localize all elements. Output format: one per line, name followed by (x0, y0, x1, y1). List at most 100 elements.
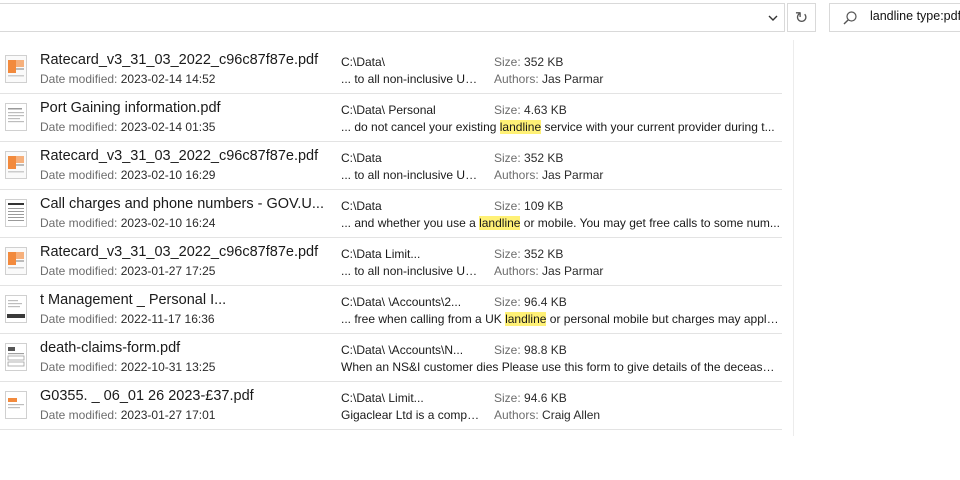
date-modified-label: Date modified: (40, 120, 118, 134)
content-snippet: ... free when calling from a UK landline… (341, 312, 781, 326)
snippet-text-before: ... do not cancel your existing (341, 120, 500, 134)
result-row[interactable]: death-claims-form.pdf Date modified: 2022… (0, 334, 782, 382)
pdf-file-icon (5, 295, 27, 323)
authors-label: Authors: (494, 72, 539, 86)
search-box[interactable]: landline type:pdf (829, 3, 960, 32)
result-row[interactable]: Port Gaining information.pdf Date modifie… (0, 94, 782, 142)
search-results-list: Ratecard_v3_31_03_2022_c96c87f87e.pdf Dat… (0, 46, 782, 430)
date-modified-label: Date modified: (40, 408, 118, 422)
search-icon (843, 11, 857, 25)
result-row[interactable]: t Management _ Personal I... Date modifie… (0, 286, 782, 334)
file-authors: Authors: Jas Parmar (494, 72, 603, 86)
date-modified-value: 2022-11-17 16:36 (120, 312, 215, 326)
file-authors: Authors: Jas Parmar (494, 168, 603, 182)
content-snippet: ... to all non-inclusive UK... (341, 72, 481, 86)
address-bar[interactable] (0, 3, 785, 32)
date-modified-value: 2023-01-27 17:01 (120, 408, 216, 422)
refresh-button[interactable]: ↻ (787, 3, 816, 32)
pdf-file-icon (5, 343, 27, 371)
date-modified: Date modified: 2023-01-27 17:25 (40, 264, 215, 278)
refresh-icon: ↻ (794, 8, 809, 27)
file-authors: Authors: Craig Allen (494, 408, 600, 422)
chevron-down-icon (768, 15, 778, 21)
content-snippet: ... to all non-inclusive UK... (341, 168, 481, 182)
size-label: Size: (494, 343, 521, 357)
date-modified-label: Date modified: (40, 312, 118, 326)
authors-value: Jas Parmar (542, 72, 604, 86)
pane-divider (793, 40, 794, 436)
authors-value: Jas Parmar (542, 168, 604, 182)
snippet-text-before: ... and whether you use a (341, 216, 480, 230)
size-label: Size: (494, 151, 521, 165)
file-size: Size: 352 KB (494, 55, 563, 69)
file-name[interactable]: t Management _ Personal I... (40, 292, 330, 312)
file-name[interactable]: Call charges and phone numbers - GOV.U..… (40, 196, 330, 216)
file-size: Size: 94.6 KB (494, 391, 567, 405)
date-modified-label: Date modified: (40, 360, 118, 374)
result-row[interactable]: G0355. _ 06_01 26 2023-£37.pdf Date modif… (0, 382, 782, 430)
size-label: Size: (494, 199, 521, 213)
date-modified-label: Date modified: (40, 264, 118, 278)
file-name[interactable]: Ratecard_v3_31_03_2022_c96c87f87e.pdf (40, 244, 330, 264)
size-label: Size: (494, 55, 521, 69)
snippet-text-before: ... free when calling from a UK (341, 312, 506, 326)
file-size: Size: 109 KB (494, 199, 563, 213)
size-value: 94.6 KB (524, 391, 567, 405)
search-input[interactable]: landline type:pdf (870, 9, 960, 27)
pdf-file-icon (5, 151, 27, 179)
content-snippet: ... to all non-inclusive UK... (341, 264, 481, 278)
size-value: 96.4 KB (524, 295, 567, 309)
snippet-text-after: service with your current provider durin… (541, 120, 775, 134)
content-snippet: ... and whether you use a landline or mo… (341, 216, 781, 230)
file-size: Size: 352 KB (494, 247, 563, 261)
authors-label: Authors: (494, 408, 539, 422)
result-row[interactable]: Ratecard_v3_31_03_2022_c96c87f87e.pdf Dat… (0, 46, 782, 94)
size-value: 352 KB (524, 151, 564, 165)
content-snippet: ... do not cancel your existing landline… (341, 120, 781, 134)
file-name[interactable]: Ratecard_v3_31_03_2022_c96c87f87e.pdf (40, 52, 330, 72)
date-modified-value: 2023-01-27 17:25 (120, 264, 216, 278)
result-row[interactable]: Call charges and phone numbers - GOV.U..… (0, 190, 782, 238)
date-modified-value: 2023-02-10 16:24 (120, 216, 216, 230)
date-modified-label: Date modified: (40, 72, 118, 86)
file-size: Size: 4.63 KB (494, 103, 567, 117)
authors-value: Jas Parmar (542, 264, 604, 278)
date-modified: Date modified: 2023-02-14 14:52 (40, 72, 215, 86)
snippet-text-before: ... to all non-inclusive UK... (341, 264, 481, 278)
file-name[interactable]: Port Gaining information.pdf (40, 100, 330, 120)
size-label: Size: (494, 391, 521, 405)
file-size: Size: 352 KB (494, 151, 563, 165)
snippet-text-before: When an NS&I customer dies Please use th… (341, 360, 781, 374)
file-path: C:\Data\ (341, 55, 386, 69)
address-history-button[interactable] (762, 6, 784, 30)
size-value: 4.63 KB (524, 103, 567, 117)
date-modified: Date modified: 2022-11-17 16:36 (40, 312, 215, 326)
date-modified-value: 2022-10-31 13:25 (120, 360, 216, 374)
file-path: C:\Data\ Personal (341, 103, 436, 117)
size-value: 109 KB (524, 199, 564, 213)
date-modified: Date modified: 2023-02-14 01:35 (40, 120, 215, 134)
file-name[interactable]: G0355. _ 06_01 26 2023-£37.pdf (40, 388, 330, 408)
content-snippet: Gigaclear Ltd is a compa... (341, 408, 481, 422)
result-row[interactable]: Ratecard_v3_31_03_2022_c96c87f87e.pdf Dat… (0, 142, 782, 190)
date-modified: Date modified: 2023-02-10 16:24 (40, 216, 215, 230)
search-term-highlight: landline (505, 312, 547, 326)
file-path: C:\Data\ Limit... (341, 391, 424, 405)
date-modified-label: Date modified: (40, 216, 118, 230)
file-path: C:\Data\ \Accounts\N... (341, 343, 464, 357)
date-modified-label: Date modified: (40, 168, 118, 182)
authors-label: Authors: (494, 264, 539, 278)
file-name[interactable]: Ratecard_v3_31_03_2022_c96c87f87e.pdf (40, 148, 330, 168)
content-snippet: When an NS&I customer dies Please use th… (341, 360, 781, 374)
date-modified: Date modified: 2023-01-27 17:01 (40, 408, 215, 422)
result-row[interactable]: Ratecard_v3_31_03_2022_c96c87f87e.pdf Dat… (0, 238, 782, 286)
file-path: C:\Data (341, 199, 382, 213)
file-size: Size: 96.4 KB (494, 295, 567, 309)
address-and-search-bar: ↻ landline type:pdf (0, 0, 960, 34)
date-modified: Date modified: 2022-10-31 13:25 (40, 360, 215, 374)
file-size: Size: 98.8 KB (494, 343, 567, 357)
size-value: 352 KB (524, 247, 564, 261)
file-name[interactable]: death-claims-form.pdf (40, 340, 330, 360)
date-modified-value: 2023-02-14 01:35 (120, 120, 216, 134)
authors-value: Craig Allen (542, 408, 601, 422)
